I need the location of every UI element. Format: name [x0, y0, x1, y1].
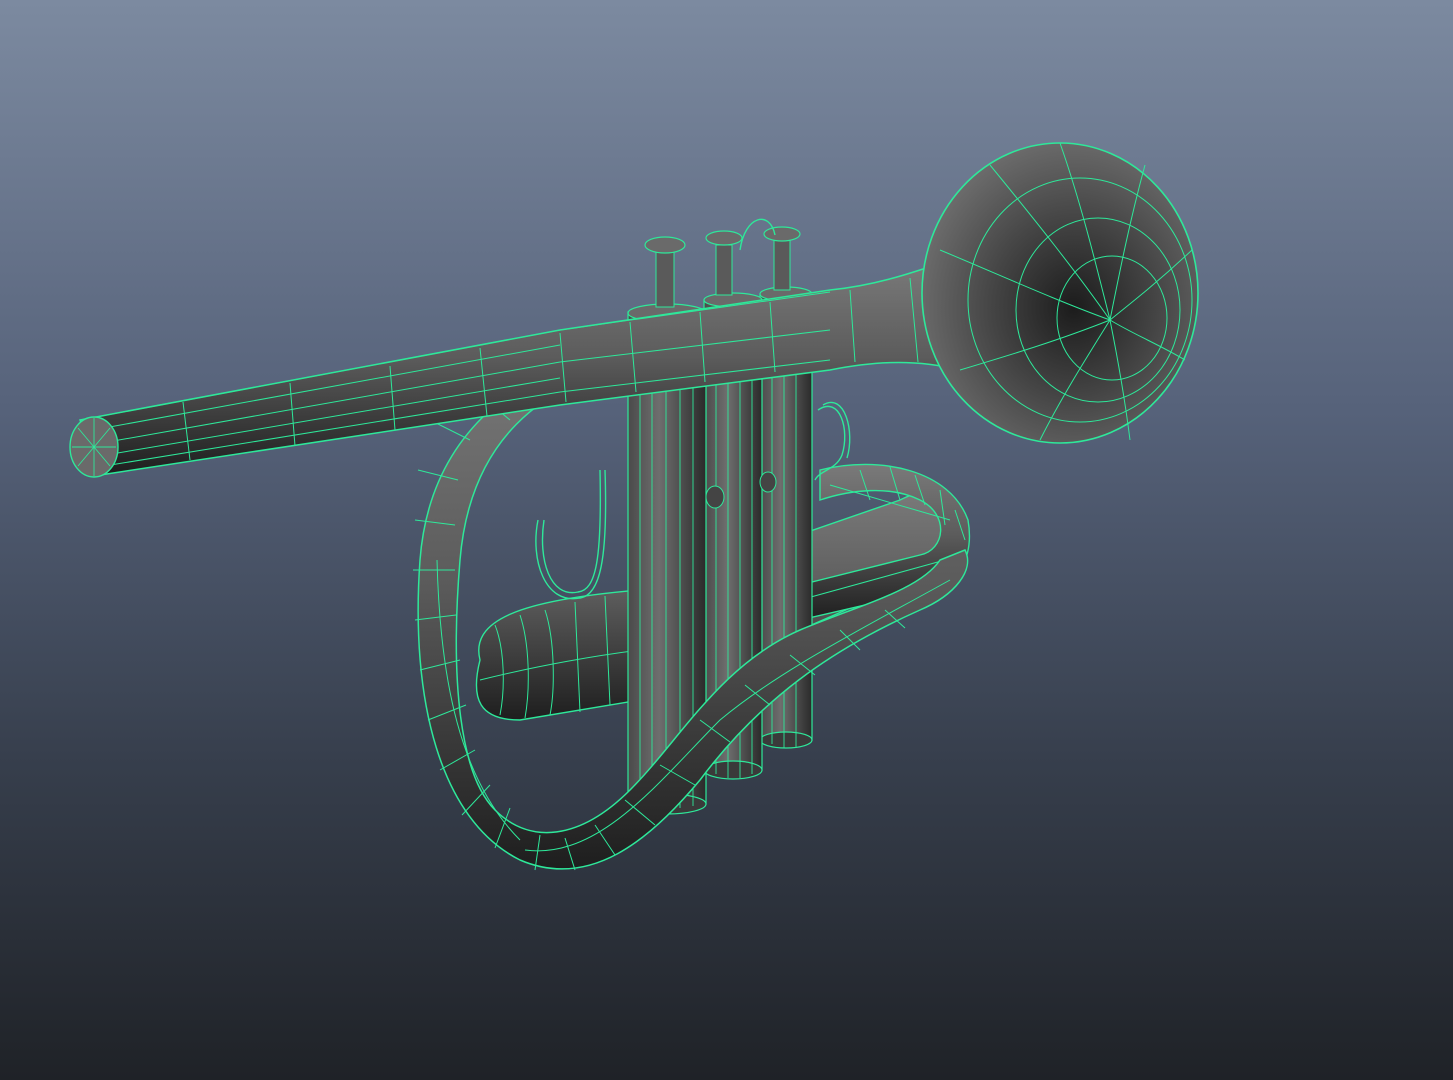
bell-tube [69, 258, 961, 478]
trumpet-model[interactable] [0, 0, 1453, 1080]
bell-flare [921, 142, 1199, 444]
maya-viewport[interactable] [0, 0, 1453, 1080]
trumpet-wireframe [69, 142, 1199, 871]
